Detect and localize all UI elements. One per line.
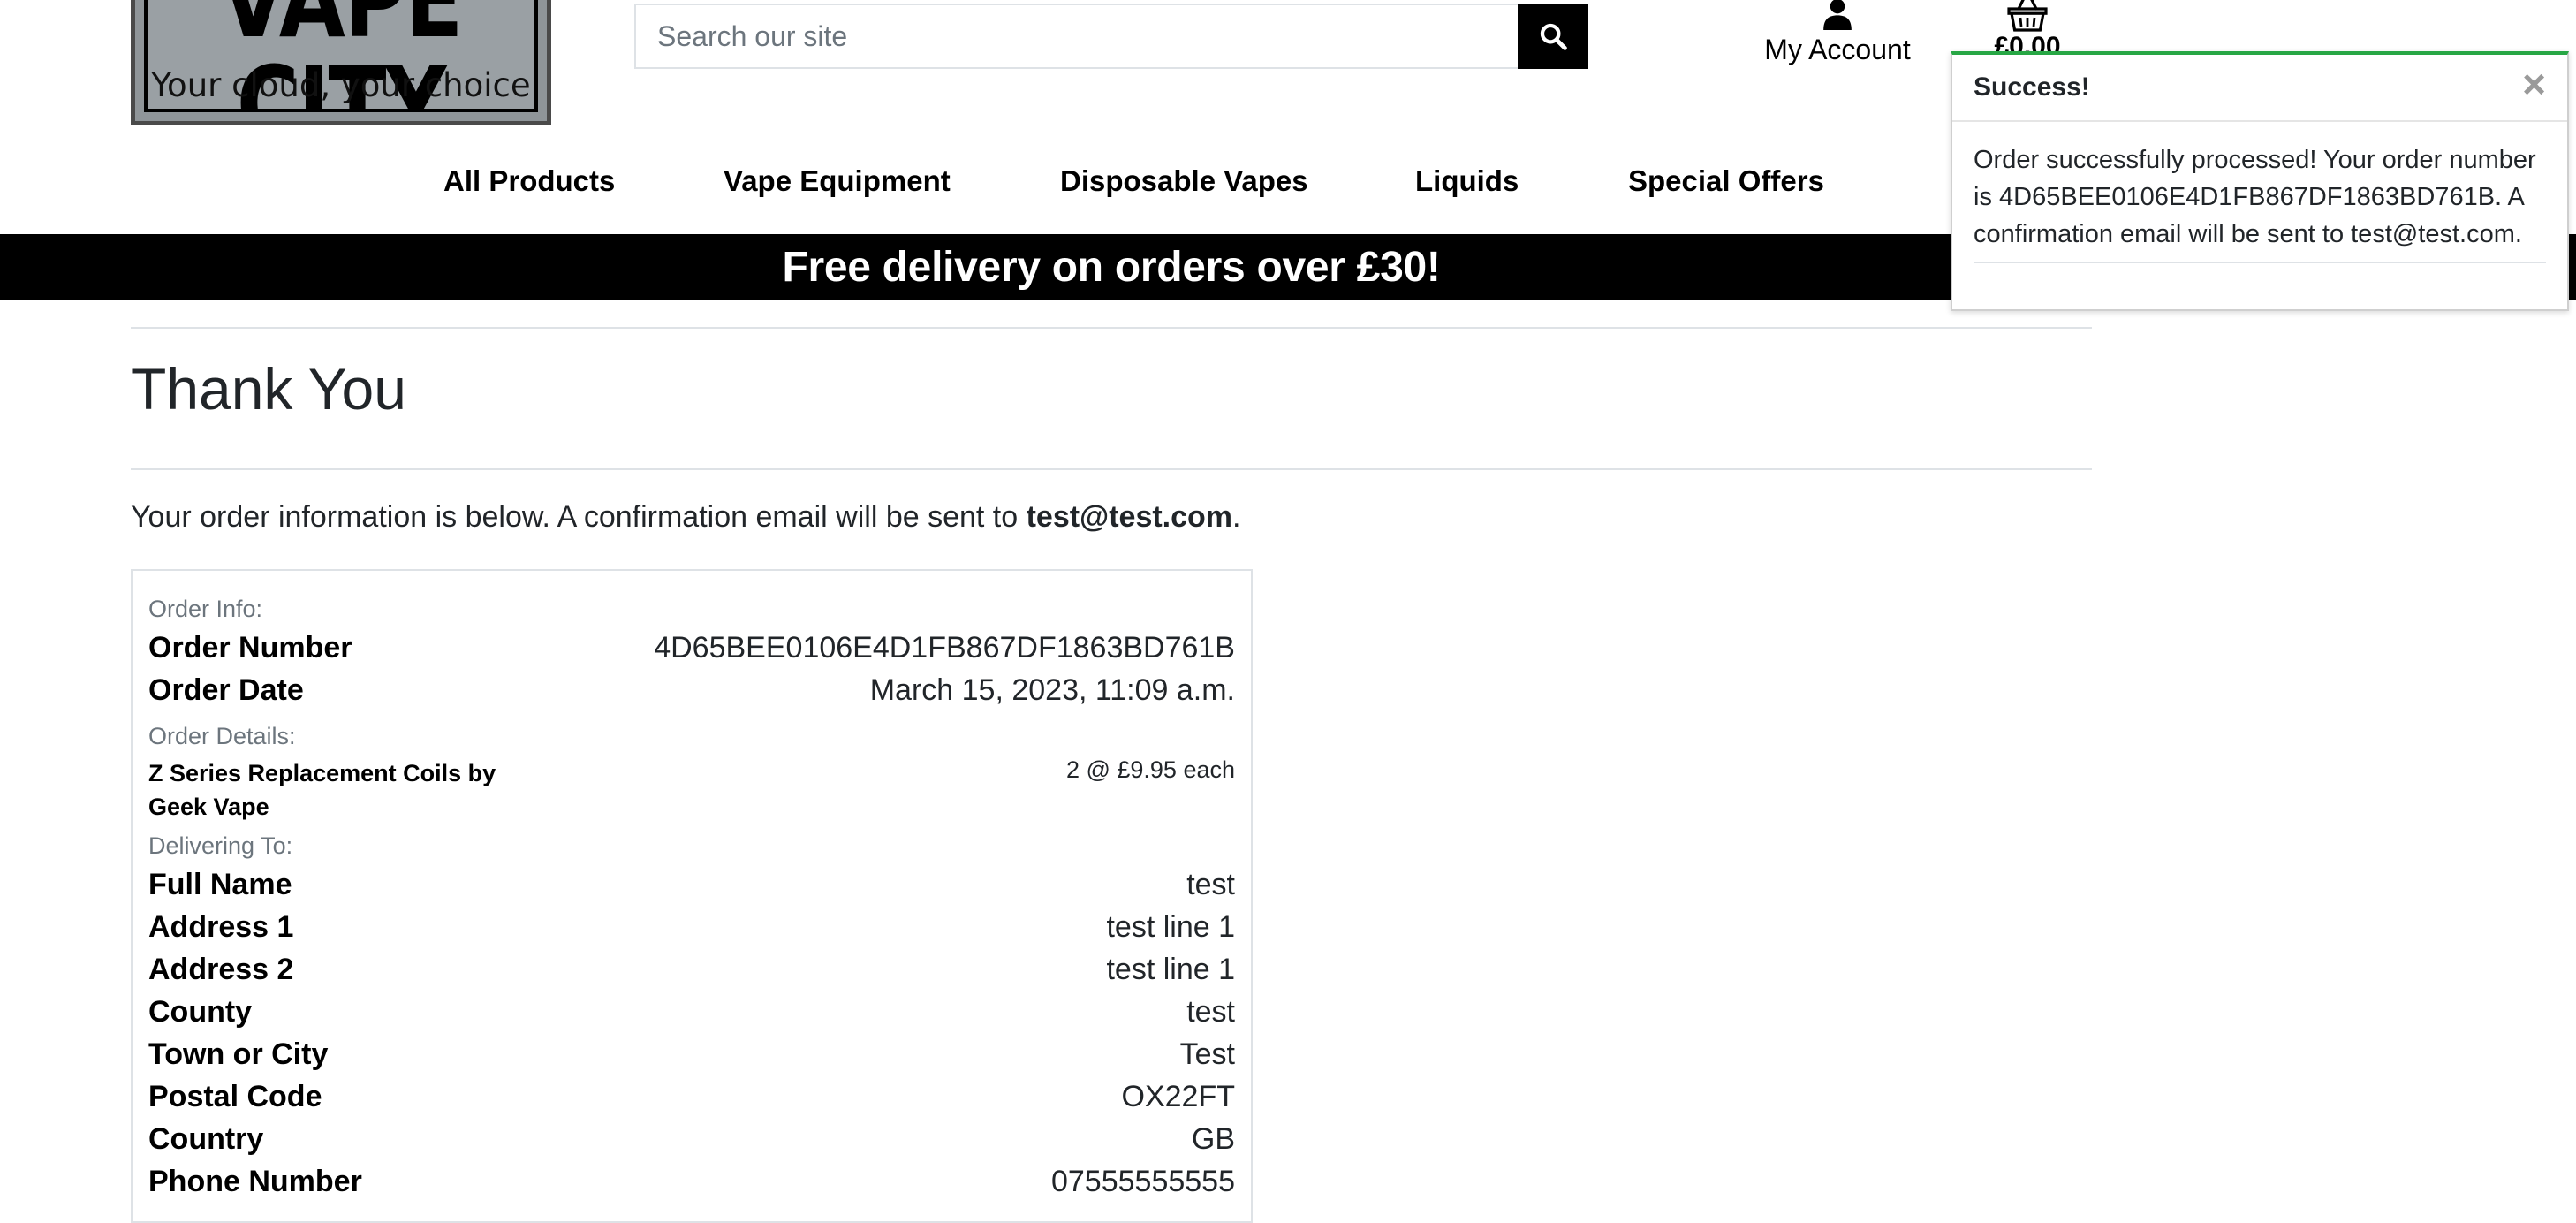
nav-disposable-vapes[interactable]: Disposable Vapes [1060, 164, 1308, 198]
order-item-row: Z Series Replacement Coils by Geek Vape … [148, 756, 1235, 824]
intro-email: test@test.com [1026, 500, 1233, 534]
delivery-value: GB [1191, 1122, 1235, 1156]
order-details-label: Order Details: [148, 723, 296, 749]
nav-all-products[interactable]: All Products [443, 164, 615, 198]
delivery-row: Country GB [148, 1122, 1235, 1157]
search-button[interactable] [1518, 4, 1588, 69]
delivery-label: Phone Number [148, 1165, 362, 1198]
delivery-row: Address 2 test line 1 [148, 953, 1235, 987]
order-number-label: Order Number [148, 631, 352, 665]
search-input[interactable] [636, 5, 1514, 67]
my-account-label: My Account [1764, 34, 1911, 65]
search-icon [1540, 23, 1567, 50]
site-logo[interactable]: VAPE CITY Your cloud, your choice [131, 0, 551, 125]
delivery-row: Full Name test [148, 868, 1235, 902]
toast-divider [1974, 262, 2546, 263]
success-toast: Success! × Order successfully processed!… [1951, 51, 2569, 311]
delivery-value: test line 1 [1106, 953, 1235, 986]
delivering-to-label: Delivering To: [148, 832, 293, 859]
delivery-row: Phone Number 07555555555 [148, 1165, 1235, 1199]
basket-link[interactable]: £0.00 [1979, 0, 2076, 60]
order-info-label: Order Info: [148, 596, 263, 622]
delivery-value: OX22FT [1121, 1080, 1235, 1113]
toast-message: Order successfully processed! Your order… [1974, 146, 2536, 248]
delivery-value: test [1186, 868, 1235, 901]
delivery-row: Address 1 test line 1 [148, 910, 1235, 945]
toast-title: Success! [1974, 72, 2090, 102]
order-intro-text: Your order information is below. A confi… [131, 500, 1240, 535]
delivery-label: Town or City [148, 1037, 329, 1071]
order-date-value: March 15, 2023, 11:09 a.m. [869, 673, 1235, 707]
delivery-value: 07555555555 [1050, 1165, 1235, 1198]
delivery-label: Postal Code [148, 1080, 322, 1113]
intro-suffix: . [1232, 500, 1241, 534]
divider [131, 468, 2092, 470]
nav-liquids[interactable]: Liquids [1415, 164, 1519, 198]
delivery-label: County [148, 995, 253, 1029]
page-title: Thank You [131, 356, 406, 422]
order-number-value: 4D65BEE0106E4D1FB867DF1863BD761B [654, 631, 1235, 665]
delivery-value: Test [1179, 1037, 1235, 1071]
delivery-label: Address 2 [148, 953, 294, 986]
delivery-label: Country [148, 1122, 264, 1156]
delivery-label: Address 1 [148, 910, 294, 944]
order-item-quantity: 2 @ £9.95 each [1065, 756, 1235, 783]
user-icon [1823, 0, 1852, 30]
order-date-row: Order Date March 15, 2023, 11:09 a.m. [148, 673, 1235, 708]
delivery-row: Town or City Test [148, 1037, 1235, 1072]
close-icon[interactable]: × [2522, 64, 2546, 104]
search-form [634, 4, 1588, 69]
nav-vape-equipment[interactable]: Vape Equipment [724, 164, 951, 198]
delivery-value: test [1186, 995, 1235, 1029]
delivery-value: test line 1 [1106, 910, 1235, 944]
delivery-banner-text: Free delivery on orders over £30! [782, 244, 1441, 291]
nav-special-offers[interactable]: Special Offers [1628, 164, 1824, 198]
order-number-row: Order Number 4D65BEE0106E4D1FB867DF1863B… [148, 631, 1235, 665]
order-date-label: Order Date [148, 673, 304, 707]
delivery-label: Full Name [148, 868, 292, 901]
basket-icon [2007, 0, 2048, 32]
delivery-row: County test [148, 995, 1235, 1029]
logo-tagline: Your cloud, your choice [151, 66, 531, 104]
intro-prefix: Your order information is below. A confi… [131, 500, 1027, 534]
order-summary-card: Order Info: Order Number 4D65BEE0106E4D1… [131, 569, 1253, 1223]
logo-frame: VAPE CITY Your cloud, your choice [144, 0, 538, 112]
toast-header: Success! × [1952, 55, 2567, 122]
divider [131, 327, 2092, 329]
my-account-link[interactable]: My Account [1749, 0, 1926, 76]
order-item-name: Z Series Replacement Coils by Geek Vape [148, 760, 496, 820]
delivery-row: Postal Code OX22FT [148, 1080, 1235, 1114]
